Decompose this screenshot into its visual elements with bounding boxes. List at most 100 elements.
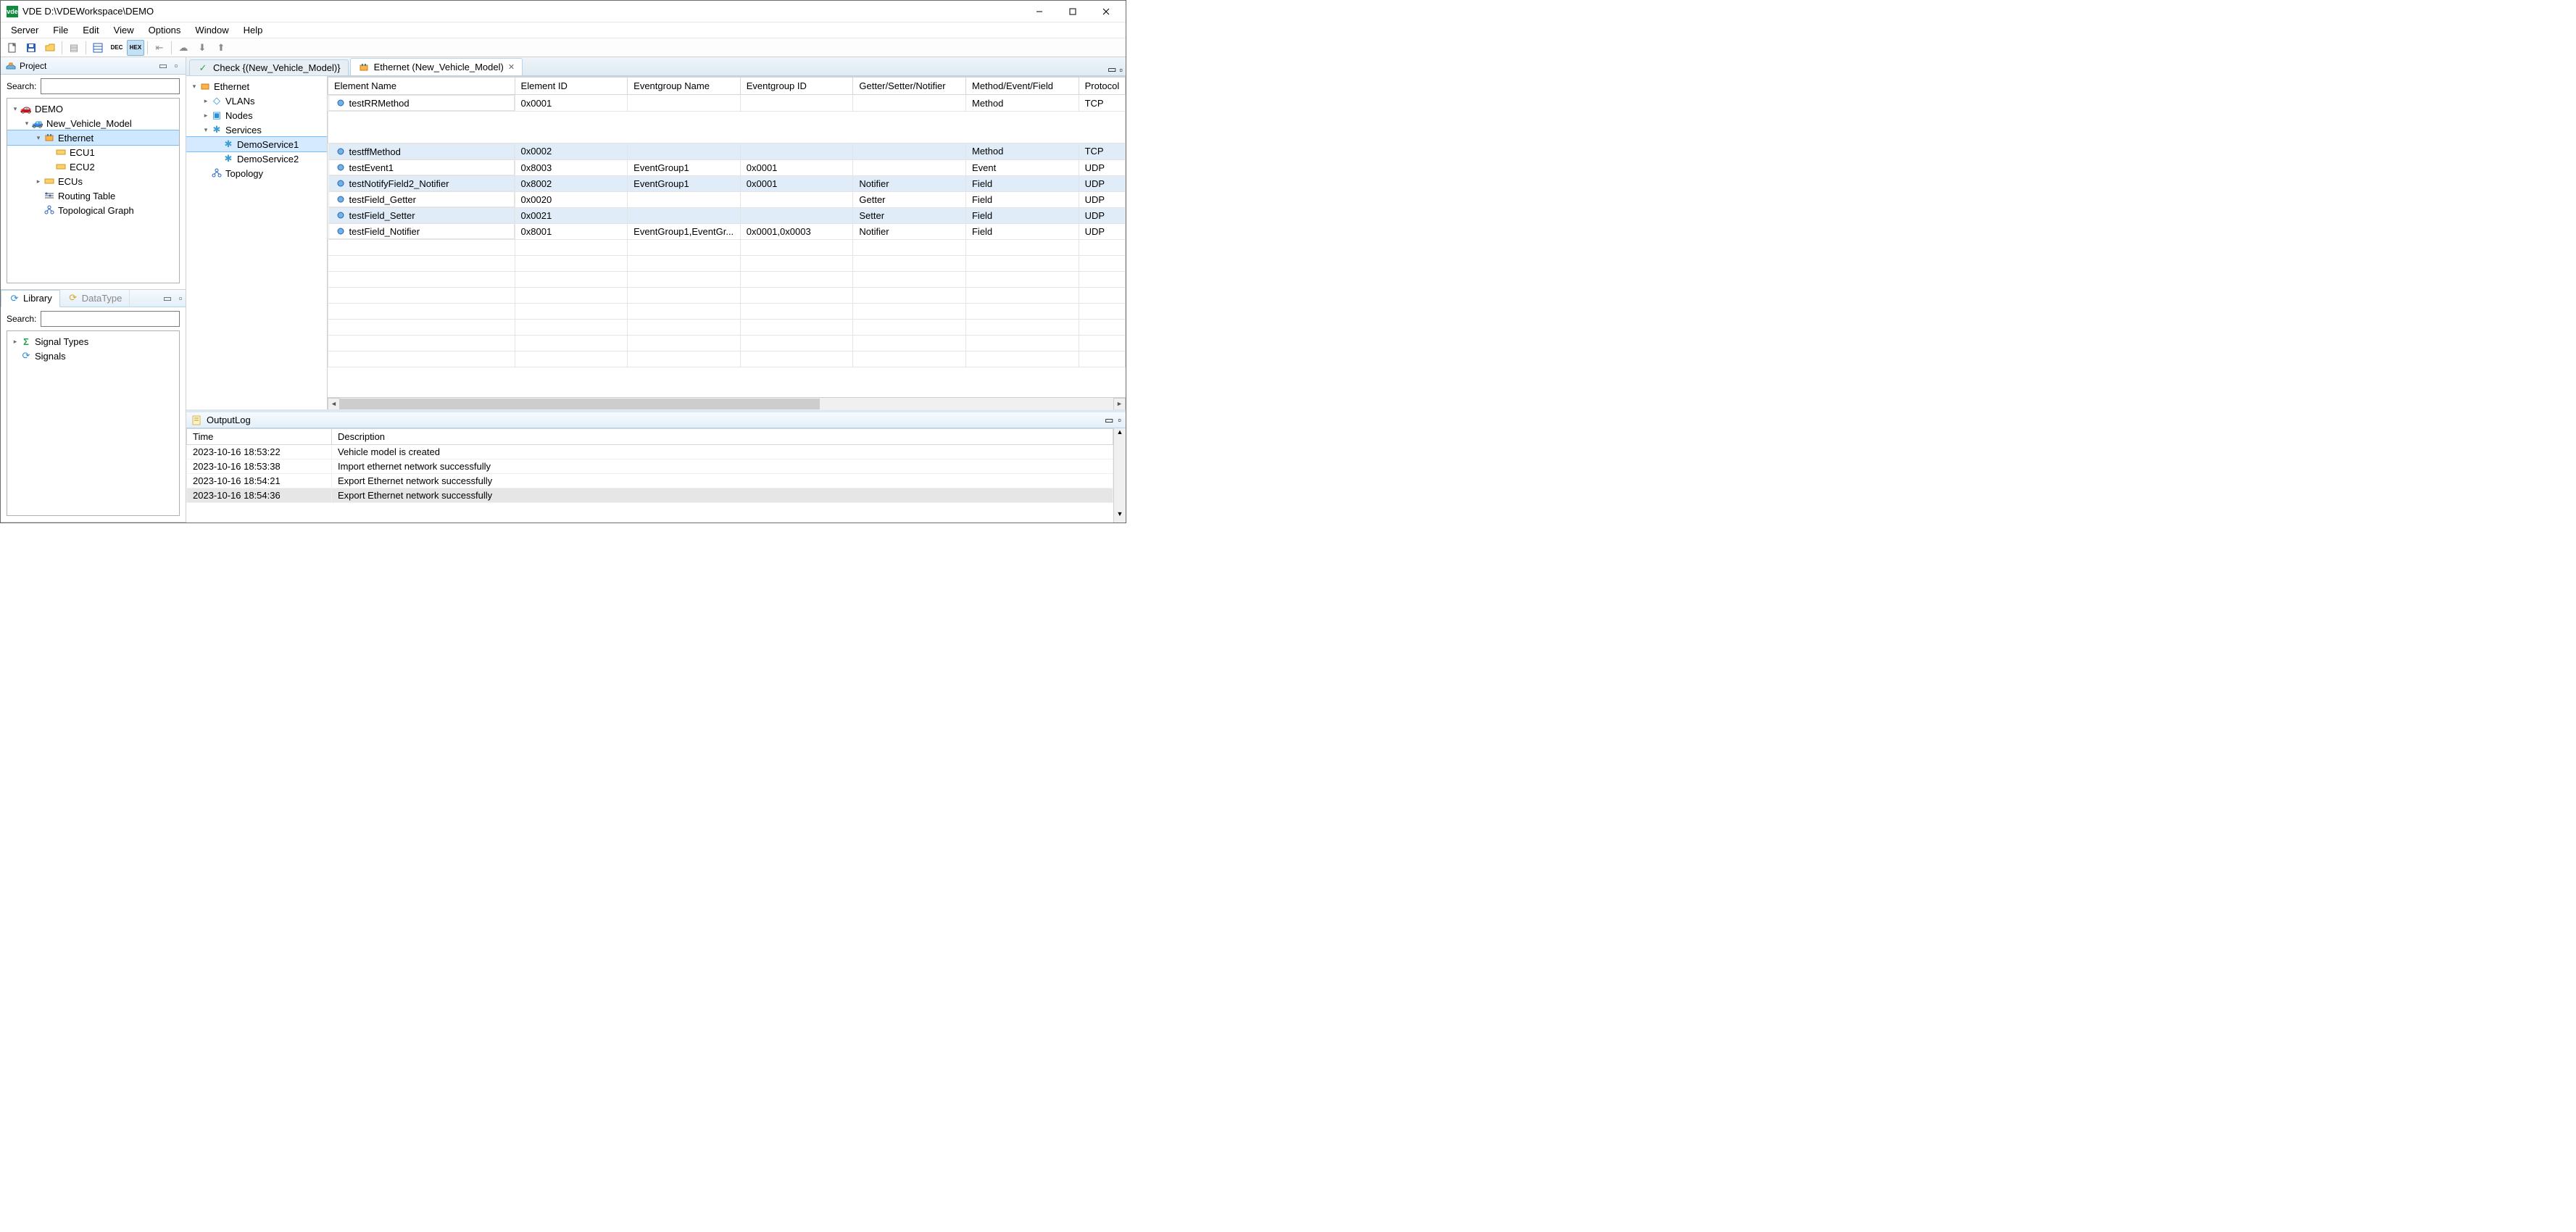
panel-menu-button[interactable]: ▫ (171, 61, 181, 71)
menu-file[interactable]: File (46, 22, 75, 38)
nav-demo1[interactable]: DemoService1 (237, 139, 299, 150)
tree-signals[interactable]: Signals (35, 351, 66, 362)
nav-ethernet[interactable]: Ethernet (214, 81, 249, 92)
log-row[interactable]: 2023-10-16 18:53:22Vehicle model is crea… (187, 445, 1113, 459)
twisty-icon[interactable]: ▾ (201, 126, 211, 134)
ecu-icon (55, 146, 67, 158)
twisty-icon[interactable]: ▸ (33, 178, 43, 186)
tab-check[interactable]: ✓ Check {(New_Vehicle_Model)} (189, 59, 349, 75)
library-tree[interactable]: ▸ΣSignal Types ⟳Signals (7, 330, 180, 516)
open-button[interactable] (41, 40, 59, 56)
log-col-time[interactable]: Time (187, 429, 332, 445)
tree-routing[interactable]: Routing Table (58, 191, 115, 201)
tree-ecus[interactable]: ECUs (58, 176, 83, 187)
tree-model[interactable]: New_Vehicle_Model (46, 118, 132, 129)
col-element-name[interactable]: Element Name (328, 78, 515, 95)
scroll-thumb[interactable] (340, 399, 820, 409)
nav-nodes[interactable]: Nodes (225, 110, 253, 121)
menu-help[interactable]: Help (236, 22, 270, 38)
element-icon (335, 162, 346, 173)
signals-icon: ⟳ (20, 350, 32, 362)
menu-window[interactable]: Window (188, 22, 236, 38)
tab-close-button[interactable]: ✕ (508, 62, 515, 72)
scroll-down-button[interactable]: ▼ (1114, 510, 1126, 523)
col-eventgroup-id[interactable]: Eventgroup ID (740, 78, 853, 95)
tab-library[interactable]: ⟳Library (1, 290, 60, 307)
table-row[interactable]: testNotifyField2_Notifier0x8002EventGrou… (328, 175, 1126, 191)
minimize-panel-button[interactable]: ▭ (162, 294, 173, 304)
table-row[interactable]: testEvent10x8003EventGroup10x0001EventUD… (328, 159, 1126, 175)
datatype-icon: ⟳ (67, 292, 79, 304)
log-row[interactable]: 2023-10-16 18:54:21Export Ethernet netwo… (187, 474, 1113, 488)
table-row[interactable] (328, 112, 1126, 143)
minimize-panel-button[interactable]: ▭ (158, 61, 168, 71)
element-icon (335, 225, 346, 237)
menu-options[interactable]: Options (141, 22, 188, 38)
tree-ecu2[interactable]: ECU2 (70, 162, 95, 172)
table-row[interactable]: testField_Setter0x0021SetterFieldUDP (328, 207, 1126, 223)
twisty-icon[interactable]: ▸ (201, 112, 211, 120)
editor-tabs: ✓ Check {(New_Vehicle_Model)} Ethernet (… (186, 57, 1126, 76)
table-view-button[interactable] (89, 40, 107, 56)
tab-ethernet[interactable]: Ethernet (New_Vehicle_Model) ✕ (350, 58, 523, 75)
tree-ethernet[interactable]: Ethernet (58, 133, 94, 143)
project-search-input[interactable] (41, 78, 180, 94)
project-tree[interactable]: ▾🚗DEMO ▾🚙New_Vehicle_Model ▾Ethernet ECU… (7, 98, 180, 283)
log-col-desc[interactable]: Description (332, 429, 1113, 445)
tree-demo[interactable]: DEMO (35, 104, 63, 115)
scroll-up-button[interactable]: ▲ (1114, 428, 1126, 441)
nav-vlans[interactable]: VLANs (225, 96, 254, 107)
dec-button[interactable]: DEC (108, 40, 125, 56)
minimize-button[interactable] (1023, 1, 1056, 22)
maximize-editor-button[interactable]: ▫ (1119, 64, 1123, 75)
twisty-icon[interactable]: ▾ (22, 120, 32, 128)
col-protocol[interactable]: Protocol (1079, 78, 1125, 95)
twisty-icon[interactable]: ▸ (201, 97, 211, 105)
check-icon: ✓ (197, 62, 209, 74)
scroll-right-button[interactable]: ► (1113, 398, 1126, 410)
minimize-log-button[interactable]: ▭ (1105, 415, 1113, 426)
table-row[interactable]: testField_Notifier0x8001EventGroup1,Even… (328, 223, 1126, 240)
save-button[interactable] (22, 40, 40, 56)
menu-edit[interactable]: Edit (75, 22, 106, 38)
twisty-icon[interactable]: ▾ (189, 83, 199, 91)
tab-datatype[interactable]: ⟳DataType (60, 290, 130, 307)
tree-ecu1[interactable]: ECU1 (70, 147, 95, 158)
new-file-button[interactable] (4, 40, 21, 56)
table-icon (92, 42, 104, 54)
log-vertical-scrollbar[interactable]: ▲ ▼ (1113, 428, 1126, 523)
col-element-id[interactable]: Element ID (515, 78, 628, 95)
horizontal-scrollbar[interactable]: ◄ ► (328, 397, 1126, 409)
minimize-editor-button[interactable]: ▭ (1108, 64, 1116, 75)
twisty-icon[interactable]: ▾ (33, 134, 43, 142)
tree-signal-types[interactable]: Signal Types (35, 336, 88, 347)
ethernet-icon (358, 62, 370, 73)
nav-services[interactable]: Services (225, 125, 262, 136)
log-row[interactable]: 2023-10-16 18:53:38Import ethernet netwo… (187, 459, 1113, 474)
close-button[interactable] (1089, 1, 1123, 22)
menu-view[interactable]: View (107, 22, 141, 38)
col-gsn[interactable]: Getter/Setter/Notifier (853, 78, 966, 95)
table-row[interactable]: testRRMethod0x0001MethodTCP (328, 95, 1126, 112)
element-icon (335, 97, 346, 109)
ethernet-nav-tree[interactable]: ▾Ethernet ▸◇VLANs ▸▣Nodes ▾✱Services ✱De… (186, 76, 327, 409)
twisty-icon[interactable]: ▸ (10, 338, 20, 346)
twisty-icon[interactable]: ▾ (10, 105, 20, 113)
table-row[interactable]: testField_Getter0x0020GetterFieldUDP (328, 191, 1126, 207)
window-title: VDE D:\VDEWorkspace\DEMO (22, 6, 154, 17)
col-eventgroup-name[interactable]: Eventgroup Name (628, 78, 741, 95)
hex-button[interactable]: HEX (127, 40, 144, 56)
col-mef[interactable]: Method/Event/Field (965, 78, 1079, 95)
element-table[interactable]: Element Name Element ID Eventgroup Name … (328, 76, 1126, 397)
nav-demo2[interactable]: DemoService2 (237, 154, 299, 165)
panel-menu-button[interactable]: ▫ (175, 294, 186, 304)
table-row[interactable]: testffMethod0x0002MethodTCP (328, 143, 1126, 160)
scroll-left-button[interactable]: ◄ (328, 398, 340, 410)
menu-server[interactable]: Server (4, 22, 46, 38)
maximize-button[interactable] (1056, 1, 1089, 22)
log-row[interactable]: 2023-10-16 18:54:36Export Ethernet netwo… (187, 488, 1113, 503)
maximize-log-button[interactable]: ▫ (1118, 415, 1121, 425)
tree-topo[interactable]: Topological Graph (58, 205, 134, 216)
library-search-input[interactable] (41, 311, 180, 327)
nav-topology[interactable]: Topology (225, 168, 263, 179)
